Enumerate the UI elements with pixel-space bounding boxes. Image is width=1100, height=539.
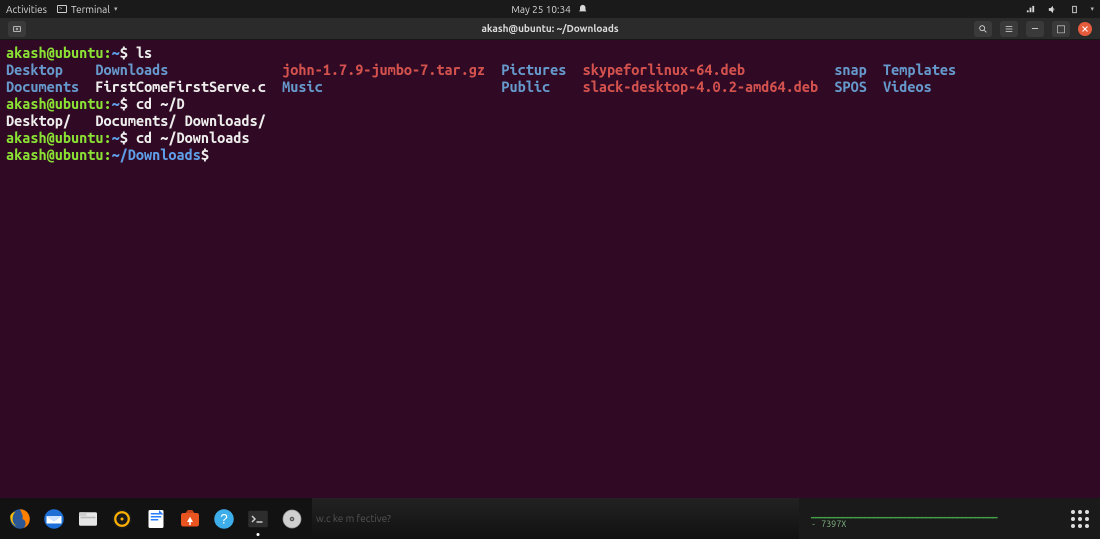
dir-entry: SPOS bbox=[834, 78, 866, 95]
hamburger-menu-button[interactable] bbox=[1000, 21, 1018, 37]
dir-entry: Pictures bbox=[501, 61, 566, 78]
window-title: akash@ubuntu: ~/Downloads bbox=[481, 23, 618, 34]
clock-label: May 25 10:34 bbox=[511, 4, 571, 15]
faded-background-text: w.c ke m fective? bbox=[316, 513, 391, 524]
dir-entry: Downloads bbox=[95, 61, 168, 78]
sparkline: ▁▁▁▁▁▁▁▁▁▁▁▁▁▁▁▁▁▁▁▁▁▁▁▁▁▁▁▁▁▁▁▁▁▁▁▁▁▁▁▁… bbox=[811, 508, 1047, 519]
tab-completion: Documents/ bbox=[95, 112, 176, 129]
dock-terminal[interactable] bbox=[244, 505, 272, 533]
dir-entry: Music bbox=[282, 78, 323, 95]
chevron-down-icon: ▾ bbox=[114, 5, 118, 13]
dock-thunderbird[interactable] bbox=[40, 505, 68, 533]
file-entry: FirstComeFirstServe.c bbox=[95, 78, 266, 95]
terminal-header-bar: akash@ubuntu: ~/Downloads ─ □ bbox=[0, 18, 1100, 40]
chevron-down-icon: ▾ bbox=[1090, 5, 1094, 13]
prompt-userhost: akash@ubuntu: bbox=[6, 129, 112, 146]
app-menu[interactable]: Terminal ▾ bbox=[57, 4, 117, 15]
dock-background-strip: w.c ke m fective? bbox=[312, 498, 799, 539]
bottom-panel: ? w.c ke m fective? ▁▁▁▁▁▁▁▁▁▁▁▁▁▁▁▁▁▁▁▁… bbox=[0, 498, 1100, 539]
dir-entry: Templates bbox=[883, 61, 956, 78]
dock-software-center[interactable] bbox=[176, 505, 204, 533]
network-icon bbox=[1024, 3, 1036, 15]
file-entry: slack-desktop-4.0.2-amd64.deb bbox=[583, 78, 818, 95]
notification-icon bbox=[577, 3, 589, 15]
file-entry: john-1.7.9-jumbo-7.tar.gz bbox=[282, 61, 485, 78]
close-button[interactable] bbox=[1078, 22, 1092, 36]
prompt-path: ~ bbox=[112, 44, 120, 61]
dir-entry: Desktop bbox=[6, 61, 63, 78]
clock[interactable]: May 25 10:34 bbox=[511, 3, 589, 15]
maximize-button[interactable]: □ bbox=[1052, 21, 1070, 37]
volume-icon bbox=[1046, 3, 1058, 15]
tab-completion: Downloads/ bbox=[185, 112, 266, 129]
dir-entry: Public bbox=[501, 78, 550, 95]
sys-panel-line2: - 7397X bbox=[811, 519, 1047, 529]
dir-entry: snap bbox=[834, 61, 866, 78]
gnome-top-bar: Activities Terminal ▾ May 25 10:34 ▾ bbox=[0, 0, 1100, 18]
dir-entry: Videos bbox=[883, 78, 932, 95]
tab-completion: Desktop/ bbox=[6, 112, 71, 129]
prompt-userhost: akash@ubuntu: bbox=[6, 44, 112, 61]
terminal-output[interactable]: akash@ubuntu:~$ ls Desktop Downloads joh… bbox=[0, 40, 1100, 498]
app-menu-label: Terminal bbox=[71, 4, 110, 15]
dock-libreoffice-writer[interactable] bbox=[142, 505, 170, 533]
dock-help[interactable]: ? bbox=[210, 505, 238, 533]
system-monitor-panel: ▁▁▁▁▁▁▁▁▁▁▁▁▁▁▁▁▁▁▁▁▁▁▁▁▁▁▁▁▁▁▁▁▁▁▁▁▁▁▁▁… bbox=[799, 498, 1059, 539]
dock-disc[interactable] bbox=[278, 505, 306, 533]
prompt-path: ~ bbox=[112, 129, 120, 146]
minimize-button[interactable]: ─ bbox=[1026, 21, 1044, 37]
command: ls bbox=[136, 44, 152, 61]
system-status-area[interactable]: ▾ bbox=[1024, 3, 1094, 15]
search-button[interactable] bbox=[974, 21, 992, 37]
battery-icon bbox=[1068, 3, 1080, 15]
prompt-path: ~/Downloads bbox=[112, 146, 201, 163]
dock-files[interactable] bbox=[74, 505, 102, 533]
activities-button[interactable]: Activities bbox=[6, 4, 47, 15]
prompt-userhost: akash@ubuntu: bbox=[6, 146, 112, 163]
terminal-icon bbox=[57, 5, 67, 13]
command: cd ~/Downloads bbox=[136, 129, 250, 146]
svg-text:?: ? bbox=[220, 511, 228, 526]
new-tab-button[interactable] bbox=[8, 21, 26, 37]
dock: ? bbox=[0, 498, 312, 539]
prompt-userhost: akash@ubuntu: bbox=[6, 95, 112, 112]
dock-rhythmbox[interactable] bbox=[108, 505, 136, 533]
apps-grid-icon bbox=[1071, 510, 1089, 528]
show-applications-button[interactable] bbox=[1059, 498, 1100, 539]
dir-entry: Documents bbox=[6, 78, 79, 95]
file-entry: skypeforlinux-64.deb bbox=[583, 61, 745, 78]
dock-firefox[interactable] bbox=[6, 505, 34, 533]
prompt-path: ~ bbox=[112, 95, 120, 112]
command: cd ~/D bbox=[136, 95, 185, 112]
